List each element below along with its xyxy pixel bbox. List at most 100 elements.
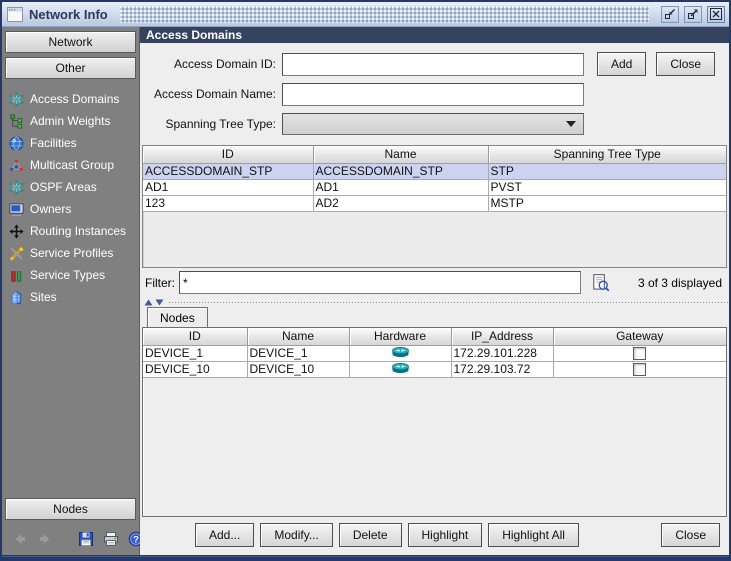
column-header-name[interactable]: Name — [313, 146, 489, 164]
nodes-table: ID Name Hardware IP_Address Gateway DEVI… — [143, 328, 726, 378]
filter-bar: Filter: 3 of 3 displayed — [140, 268, 729, 297]
modify-button[interactable]: Modify... — [260, 523, 333, 547]
tools-icon — [8, 245, 24, 261]
titlebar[interactable]: Network Info — [2, 2, 729, 27]
print-icon — [104, 532, 118, 546]
monitor-icon — [8, 201, 24, 217]
nodes-button[interactable]: Nodes — [5, 498, 136, 520]
filter-input[interactable] — [179, 271, 581, 294]
forward-arrow-icon — [40, 534, 50, 544]
back-arrow-icon — [15, 534, 25, 544]
tab-nodes[interactable]: Nodes — [147, 307, 208, 327]
chevron-down-icon — [566, 121, 576, 127]
iconify-button[interactable] — [661, 5, 679, 23]
cell-name: AD1 — [313, 179, 489, 196]
sidebar-item-label: Service Profiles — [30, 246, 114, 260]
column-header-id[interactable]: ID — [143, 146, 314, 164]
column-header-ip-address[interactable]: IP_Address — [451, 328, 554, 346]
sidebar-item-routing-instances[interactable]: Routing Instances — [8, 223, 139, 239]
other-button[interactable]: Other — [5, 57, 136, 79]
gateway-checkbox[interactable] — [633, 347, 647, 360]
router-icon — [391, 346, 409, 357]
sidebar-item-service-types[interactable]: Service Types — [8, 267, 139, 283]
network-star-icon — [8, 179, 24, 195]
cell-stp-type: MSTP — [488, 195, 726, 212]
cell-ip-address: 172.29.101.228 — [451, 345, 554, 362]
sidebar-item-sites[interactable]: Sites — [8, 289, 139, 305]
cell-name: DEVICE_10 — [247, 361, 350, 378]
column-header-id[interactable]: ID — [143, 328, 248, 346]
highlight-all-button[interactable]: Highlight All — [488, 523, 579, 547]
form-row-name: Access Domain Name: — [140, 79, 729, 109]
column-header-gateway[interactable]: Gateway — [553, 328, 726, 346]
sidebar-item-owners[interactable]: Owners — [8, 201, 139, 217]
cell-ip-address: 172.29.103.72 — [451, 361, 554, 378]
titlebar-texture — [119, 5, 649, 23]
split-pane-divider[interactable] — [140, 297, 729, 307]
cell-hardware — [349, 345, 452, 362]
sidebar-item-multicast-group[interactable]: Multicast Group — [8, 157, 139, 173]
cell-stp-type: STP — [488, 163, 726, 180]
add-node-button[interactable]: Add... — [195, 523, 255, 547]
building-icon — [8, 289, 24, 305]
column-header-hardware[interactable]: Hardware — [349, 328, 452, 346]
form-row-spanning-tree: Spanning Tree Type: — [140, 109, 729, 139]
sidebar-toolbar: ? — [2, 525, 144, 553]
cell-name: DEVICE_1 — [247, 345, 350, 362]
table-row[interactable]: DEVICE_10 DEVICE_10 172.29.103.72 — [143, 361, 726, 378]
table-row[interactable]: AD1 AD1 PVST — [143, 179, 726, 196]
form-close-button[interactable]: Close — [656, 52, 716, 76]
sidebar-item-access-domains[interactable]: Access Domains — [8, 91, 139, 107]
filter-label: Filter: — [145, 275, 175, 290]
print-button[interactable] — [103, 530, 119, 548]
sidebar-bottom: Nodes ? — [2, 498, 144, 555]
column-header-name[interactable]: Name — [247, 328, 350, 346]
maximize-button[interactable] — [684, 5, 702, 23]
iconify-icon — [665, 9, 675, 19]
filter-preview-button[interactable] — [590, 272, 612, 294]
close-window-button[interactable] — [707, 5, 725, 23]
window-icon — [7, 6, 23, 22]
table-row[interactable]: DEVICE_1 DEVICE_1 172.29.101.228 — [143, 345, 726, 362]
sidebar-nav-list: Access Domains Admin Weights Facilities … — [2, 79, 139, 498]
sidebar-item-ospf-areas[interactable]: OSPF Areas — [8, 179, 139, 195]
maximize-icon — [688, 9, 698, 19]
access-domain-id-input[interactable] — [282, 52, 584, 76]
back-button[interactable] — [12, 530, 28, 548]
sidebar-item-label: Owners — [30, 202, 72, 216]
highlight-button[interactable]: Highlight — [407, 523, 483, 547]
forward-button[interactable] — [37, 530, 53, 548]
access-domain-id-label: Access Domain ID: — [173, 57, 276, 71]
spanning-tree-type-select[interactable] — [282, 113, 584, 135]
splitter-up-icon[interactable] — [144, 299, 153, 306]
close-button[interactable]: Close — [661, 523, 720, 547]
delete-button[interactable]: Delete — [338, 523, 402, 547]
add-button[interactable]: Add — [597, 52, 647, 76]
splitter-down-icon[interactable] — [155, 299, 164, 306]
table-row[interactable]: 123 AD2 MSTP — [143, 195, 726, 212]
section-header: Access Domains — [140, 27, 729, 43]
sidebar-item-facilities[interactable]: Facilities — [8, 135, 139, 151]
tab-row: Nodes — [140, 307, 729, 327]
cell-name: ACCESSDOMAIN_STP — [313, 163, 489, 180]
main-panel: Access Domains Access Domain ID: Add Clo… — [140, 27, 729, 555]
gateway-checkbox[interactable] — [633, 363, 647, 376]
access-domain-name-input[interactable] — [282, 82, 584, 106]
cell-id: DEVICE_1 — [143, 345, 248, 362]
cell-id: 123 — [143, 195, 314, 212]
sidebar-item-admin-weights[interactable]: Admin Weights — [8, 113, 139, 129]
frame-body: Network Other Access Domains Admin Weigh… — [2, 27, 729, 555]
access-domain-name-label: Access Domain Name: — [153, 87, 276, 101]
move-cross-icon — [8, 223, 24, 239]
close-icon — [710, 8, 722, 20]
save-button[interactable] — [78, 530, 94, 548]
sidebar-item-service-profiles[interactable]: Service Profiles — [8, 245, 139, 261]
network-button[interactable]: Network — [5, 31, 136, 53]
column-header-spanning-tree-type[interactable]: Spanning Tree Type — [488, 146, 726, 164]
section-title: Access Domains — [146, 28, 243, 42]
form-row-id: Access Domain ID: Add Close — [140, 49, 729, 79]
service-flasks-icon — [8, 267, 24, 283]
network-info-window: Network Info Network Other Access Domain… — [0, 0, 731, 561]
table-row[interactable]: ACCESSDOMAIN_STP ACCESSDOMAIN_STP STP — [143, 163, 726, 180]
window-controls — [661, 5, 725, 23]
